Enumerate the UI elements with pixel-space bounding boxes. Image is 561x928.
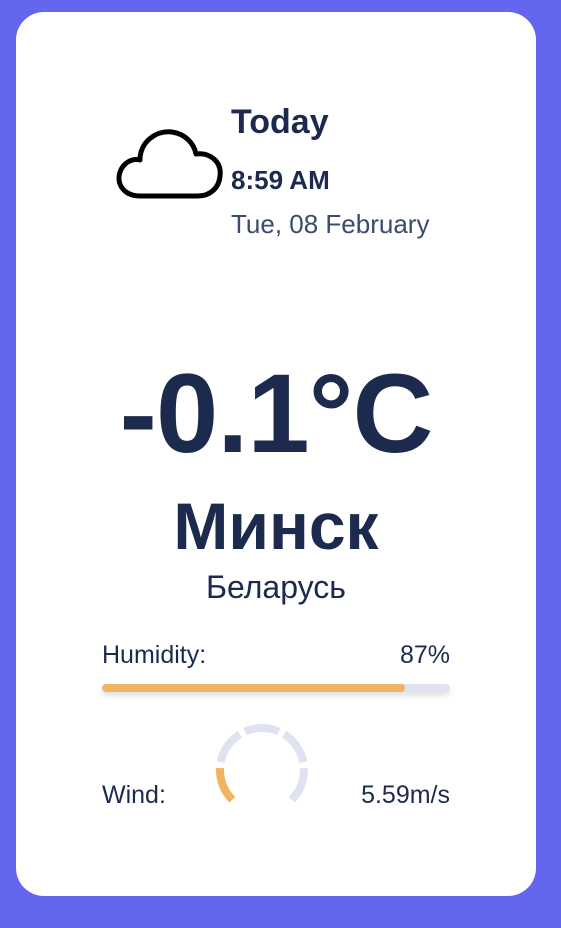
temperature: -0.1°C xyxy=(119,351,434,476)
wind-gauge-segment xyxy=(216,730,243,764)
wind-gauge-segment-active xyxy=(216,767,236,803)
country-name: Беларусь xyxy=(206,569,346,605)
wind-gauge-segment xyxy=(288,767,308,803)
city-name: Минск xyxy=(173,489,379,563)
today-label: Today xyxy=(231,103,329,141)
wind-label: Wind: xyxy=(102,781,166,809)
weather-card: Today 8:59 AM Tue, 08 February -0.1°C Ми… xyxy=(16,12,536,896)
humidity-value: 87% xyxy=(399,641,450,669)
current-date: Tue, 08 February xyxy=(231,209,430,239)
cloud-icon xyxy=(116,129,223,199)
wind-gauge-segment xyxy=(281,730,308,764)
wind-value: 5.59m/s xyxy=(361,781,450,809)
humidity-label: Humidity: xyxy=(102,641,207,669)
humidity-bar-fill xyxy=(102,684,405,692)
current-time: 8:59 AM xyxy=(231,165,330,195)
wind-gauge-segment xyxy=(243,724,281,736)
wind-gauge xyxy=(216,724,308,803)
humidity-bar xyxy=(102,684,450,692)
